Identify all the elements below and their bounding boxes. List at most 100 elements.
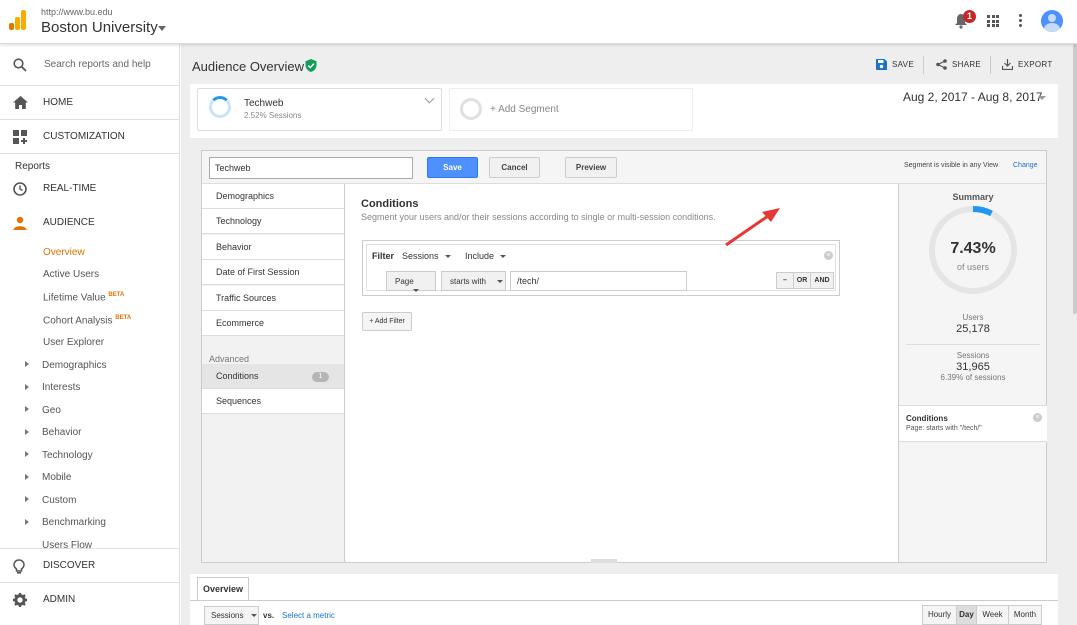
apps-grid-icon[interactable]: [987, 15, 999, 27]
tab-ecommerce[interactable]: Ecommerce: [202, 311, 344, 336]
remove-condition-icon[interactable]: ×: [1033, 413, 1042, 422]
save-segment-button[interactable]: Save: [427, 157, 478, 178]
summary-percent-label: of users: [956, 262, 989, 272]
beta-badge: BETA: [115, 315, 132, 321]
period-week[interactable]: Week: [977, 606, 1009, 624]
more-vert-icon[interactable]: [1019, 14, 1022, 27]
cancel-button[interactable]: Cancel: [489, 157, 540, 178]
expand-triangle-icon[interactable]: [25, 451, 29, 457]
add-filter-button[interactable]: + Add Filter: [362, 312, 412, 331]
operator-dropdown[interactable]: starts with: [441, 271, 506, 291]
segment-ring-icon: [460, 98, 482, 120]
caret-down-icon[interactable]: [1038, 96, 1046, 100]
expand-triangle-icon[interactable]: [25, 474, 29, 480]
sessions-label: Sessions: [956, 351, 990, 360]
sidebar-item-home[interactable]: HOME: [0, 86, 179, 120]
segment-name-input[interactable]: [209, 157, 413, 179]
caret-down-icon[interactable]: [158, 26, 166, 31]
sidebar-item-demographics[interactable]: Demographics: [42, 360, 106, 371]
dashboard-plus-icon: [13, 130, 27, 144]
segment-share: 2.52% Sessions: [244, 111, 302, 120]
chevron-down-icon[interactable]: [424, 93, 435, 104]
tab-date-of-first-session[interactable]: Date of First Session: [202, 260, 344, 285]
add-segment-button[interactable]: + Add Segment: [449, 88, 693, 131]
remove-filter-icon[interactable]: ×: [824, 251, 833, 260]
avatar[interactable]: [1041, 10, 1063, 32]
sidebar-item-lifetime-value[interactable]: Lifetime Value BETA: [43, 292, 124, 303]
resize-handle[interactable]: [591, 559, 617, 563]
expand-triangle-icon[interactable]: [25, 429, 29, 435]
sidebar-item-audience[interactable]: AUDIENCE: [0, 206, 179, 240]
tab-behavior[interactable]: Behavior: [202, 235, 344, 260]
sidebar-item-custom[interactable]: Custom: [42, 495, 76, 506]
sidebar-item-realtime[interactable]: REAL-TIME: [0, 172, 179, 206]
divider: [990, 56, 991, 74]
summary-title: Summary: [952, 192, 994, 202]
filter-value-input[interactable]: [510, 271, 687, 291]
filter-scope-dropdown[interactable]: Sessions: [402, 251, 451, 261]
expand-triangle-icon[interactable]: [25, 496, 29, 502]
page-scrollbar[interactable]: [1073, 44, 1077, 314]
add-segment-label: + Add Segment: [490, 104, 559, 115]
date-range-picker[interactable]: Aug 2, 2017 - Aug 8, 2017: [903, 90, 1042, 104]
sidebar-item-geo[interactable]: Geo: [42, 405, 61, 416]
export-button[interactable]: EXPORT: [1002, 59, 1053, 70]
conditions-panel: Conditions Segment your users and/or the…: [346, 184, 898, 562]
sidebar-item-behavior[interactable]: Behavior: [42, 427, 81, 438]
sidebar-item-label: CUSTOMIZATION: [43, 131, 125, 142]
period-month[interactable]: Month: [1009, 606, 1041, 624]
expand-triangle-icon[interactable]: [25, 406, 29, 412]
metric-value: Sessions: [211, 611, 244, 620]
person-icon: [13, 216, 27, 230]
share-button[interactable]: SHARE: [936, 59, 981, 70]
summary-percent: 7.43%: [950, 240, 996, 257]
sidebar-item-interests[interactable]: Interests: [42, 382, 80, 393]
filter-mode-dropdown[interactable]: Include: [465, 251, 507, 261]
expand-triangle-icon[interactable]: [25, 384, 29, 390]
home-icon: [13, 96, 28, 109]
segment-editor: Save Cancel Preview Segment is visible i…: [201, 150, 1047, 563]
tab-overview[interactable]: Overview: [197, 577, 249, 600]
period-hourly[interactable]: Hourly: [923, 606, 957, 624]
sidebar-item-technology[interactable]: Technology: [42, 450, 93, 461]
and-button[interactable]: AND: [811, 273, 833, 288]
expand-triangle-icon[interactable]: [25, 519, 29, 525]
dimension-dropdown[interactable]: Page: [386, 271, 436, 293]
sidebar-item-cohort-analysis[interactable]: Cohort Analysis BETA: [43, 315, 131, 326]
or-button[interactable]: OR: [794, 273, 811, 288]
filter-group: Filter Sessions Include × Page starts wi…: [362, 240, 840, 296]
filter-label: Filter: [372, 251, 395, 261]
sidebar-item-customization[interactable]: CUSTOMIZATION: [0, 120, 179, 154]
sidebar-item-admin[interactable]: ADMIN: [0, 582, 179, 616]
summary-panel: Summary 7.43% of users Users 25,178 Sess…: [898, 184, 1047, 562]
sidebar-item-mobile[interactable]: Mobile: [42, 472, 71, 483]
change-visibility-link[interactable]: Change: [1013, 162, 1038, 169]
period-day[interactable]: Day: [957, 606, 977, 624]
remove-condition-button[interactable]: –: [777, 273, 794, 288]
select-metric-link[interactable]: Select a metric: [282, 611, 335, 620]
tab-conditions[interactable]: Conditions 1: [202, 364, 344, 389]
sidebar-item-overview[interactable]: Overview: [43, 247, 85, 258]
sidebar-item-active-users[interactable]: Active Users: [43, 269, 99, 280]
tab-technology[interactable]: Technology: [202, 209, 344, 234]
sidebar-item-user-explorer[interactable]: User Explorer: [43, 337, 104, 348]
sidebar-item-benchmarking[interactable]: Benchmarking: [42, 517, 106, 528]
tab-traffic-sources[interactable]: Traffic Sources: [202, 286, 344, 311]
export-download-icon: [1002, 59, 1013, 70]
expand-triangle-icon[interactable]: [25, 361, 29, 367]
metric-dropdown[interactable]: Sessions: [204, 606, 259, 625]
tab-demographics[interactable]: Demographics: [202, 184, 344, 209]
editor-toolbar: Save Cancel Preview Segment is visible i…: [202, 151, 1046, 184]
account-selector[interactable]: Boston University: [41, 19, 158, 36]
conditions-title: Conditions: [361, 198, 419, 210]
save-report-button[interactable]: SAVE: [876, 59, 914, 70]
reports-heading: Reports: [15, 161, 51, 172]
summary-condition-desc: Page: starts with "/tech/": [906, 425, 982, 432]
search-box[interactable]: Search reports and help: [0, 44, 179, 86]
tab-sequences[interactable]: Sequences: [202, 389, 344, 414]
analytics-logo-icon[interactable]: [9, 10, 27, 30]
preview-button[interactable]: Preview: [565, 157, 617, 178]
sidebar-item-discover[interactable]: DISCOVER: [0, 548, 179, 582]
segment-card-techweb[interactable]: Techweb 2.52% Sessions: [197, 88, 442, 131]
sessions-percent: 6.39% of sessions: [940, 373, 1006, 382]
